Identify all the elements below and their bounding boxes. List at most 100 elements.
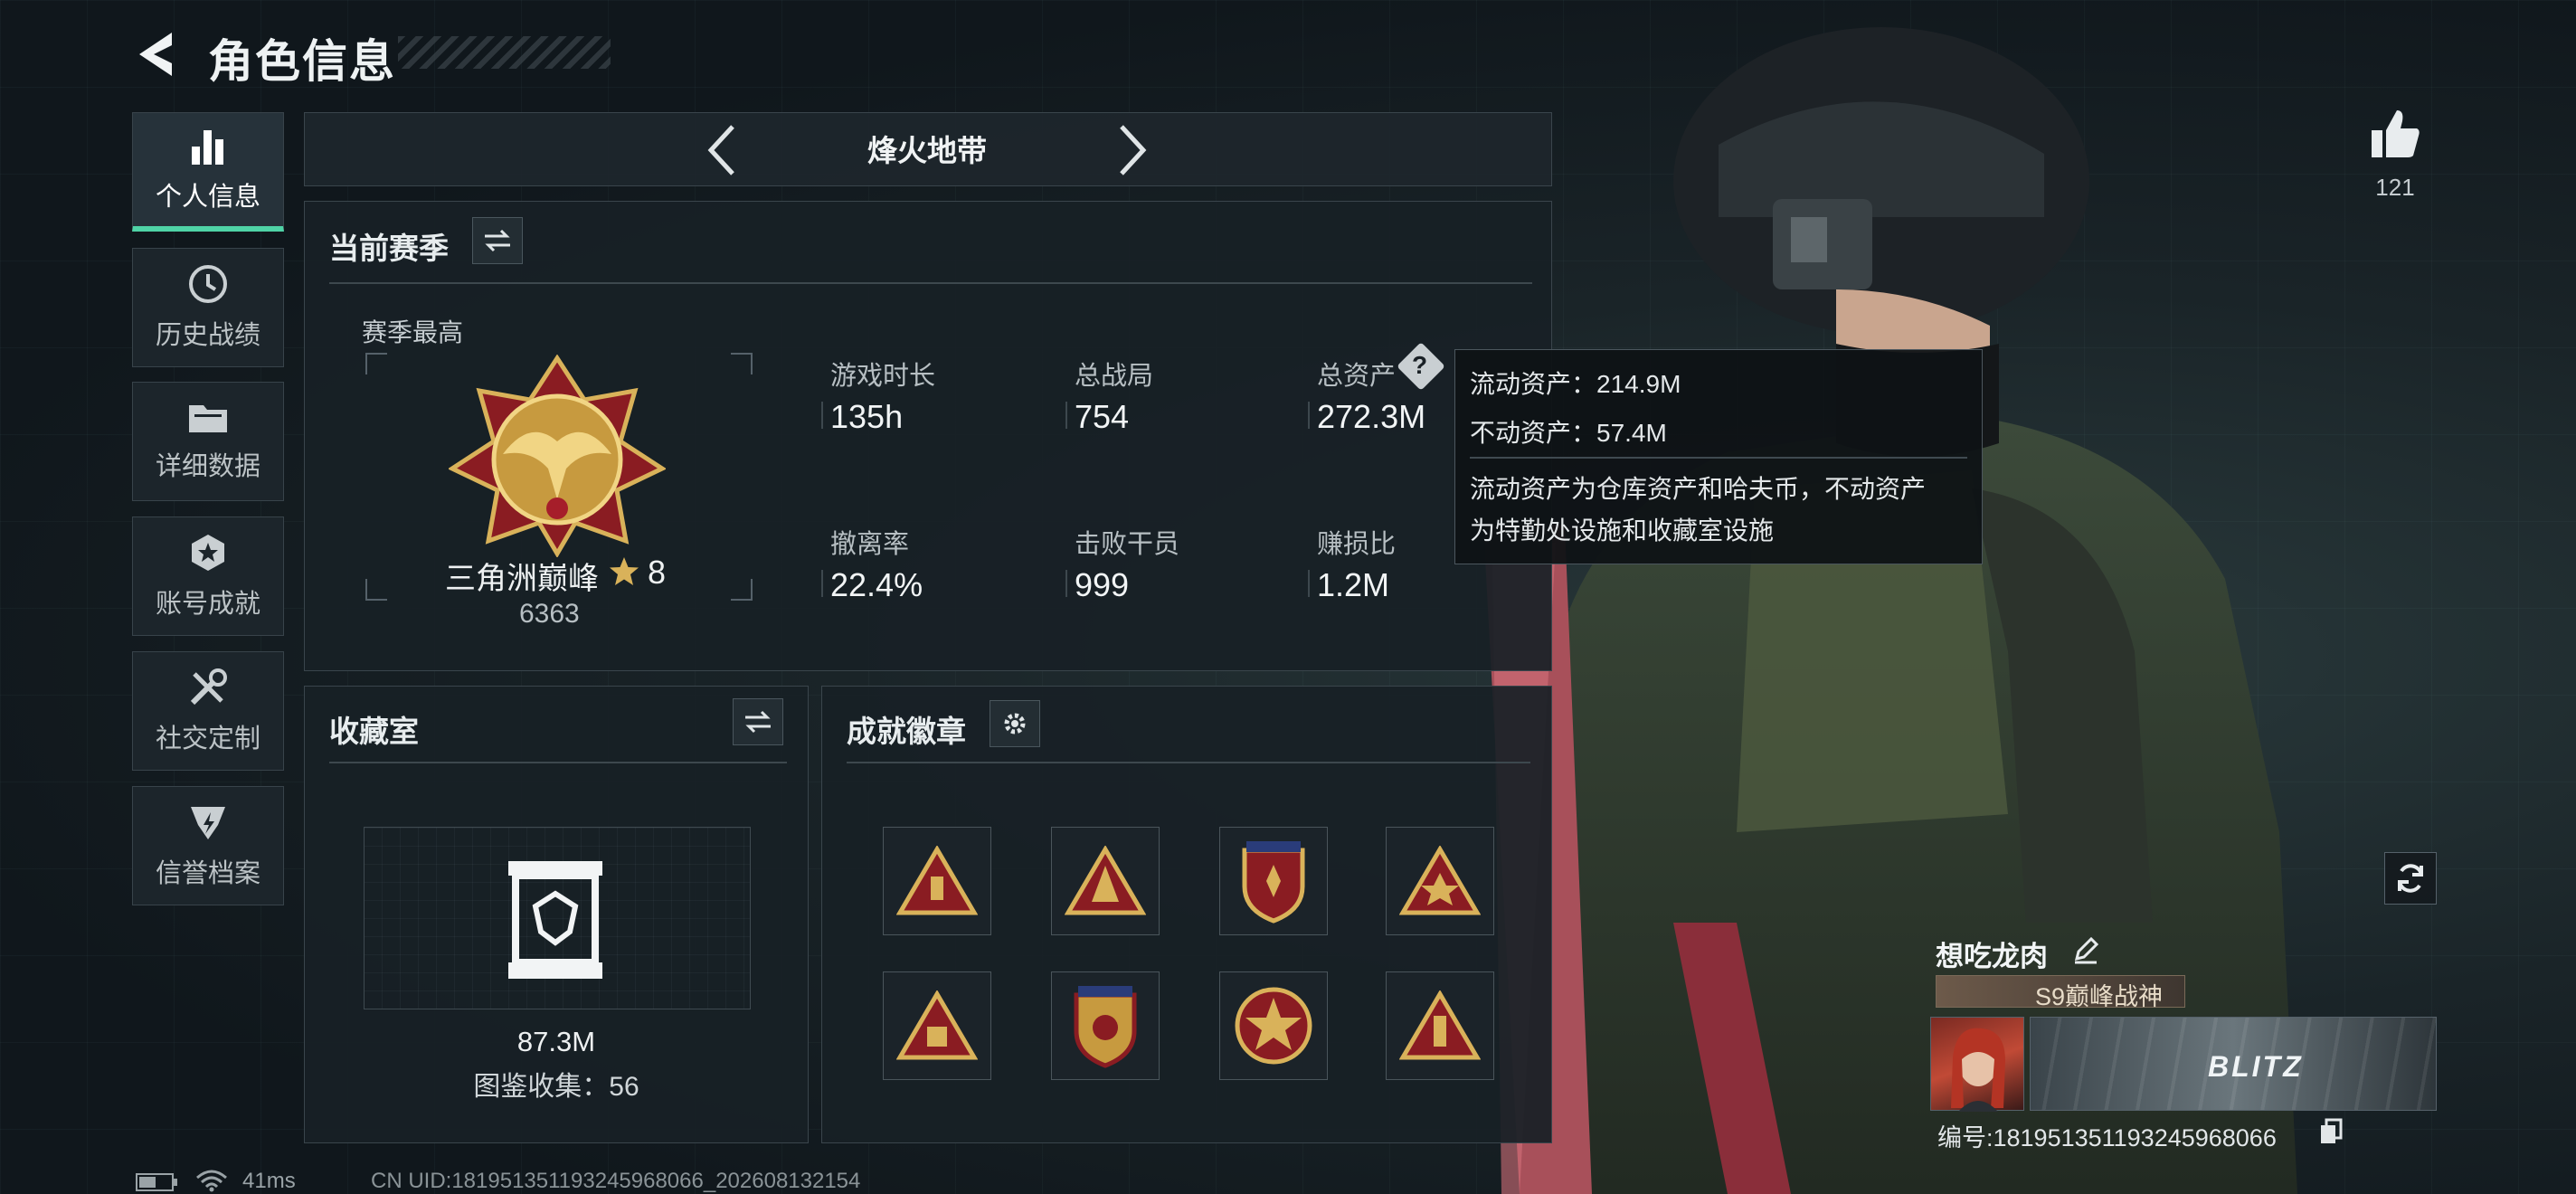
frame-corner <box>731 353 753 374</box>
collection-value: 87.3M <box>516 1026 596 1057</box>
stat-label: 赚损比 <box>1317 530 1397 559</box>
stat-separator <box>1065 570 1067 597</box>
season-title: 当前赛季 <box>329 232 449 265</box>
title-decoration <box>398 36 611 69</box>
tooltip-divider <box>1470 457 1967 459</box>
stat-value: 22.4% <box>830 566 923 603</box>
player-avatar[interactable] <box>1930 1017 2024 1112</box>
sidebar-item-label: 详细数据 <box>155 452 260 481</box>
copy-icon[interactable] <box>2317 1118 2343 1145</box>
achievement-badge[interactable] <box>1386 971 1494 1080</box>
back-arrow-icon[interactable] <box>132 27 179 81</box>
rank-emblem-icon <box>449 355 666 557</box>
achievement-badge[interactable] <box>883 971 991 1080</box>
badges-divider <box>847 762 1530 763</box>
sidebar-item-account-achievements[interactable]: 账号成就 <box>132 516 284 636</box>
next-mode-chevron-icon[interactable] <box>1116 123 1149 177</box>
achievement-icon <box>192 535 224 571</box>
player-id: 编号:1819513511932459680​66 <box>1937 1124 2277 1151</box>
season-best-label: 赛季最高 <box>362 318 464 346</box>
star-badge-icon <box>1235 987 1312 1065</box>
tooltip-fixed-assets: 不动资产：57.4M <box>1470 419 1667 447</box>
star-icon <box>610 557 639 585</box>
stat-label: 总资产 <box>1317 362 1397 391</box>
player-name: 想吃龙肉 <box>1936 941 2048 972</box>
sidebar-item-personal-info[interactable]: 个人信息 <box>132 112 284 232</box>
sidebar-item-detailed-data[interactable]: 详细数据 <box>132 382 284 501</box>
player-banner[interactable]: BLITZ <box>2030 1017 2437 1111</box>
frame-corner <box>365 353 387 374</box>
stat-separator <box>821 402 823 429</box>
sidebar-item-history[interactable]: 历史战绩 <box>132 248 284 367</box>
folder-icon <box>189 405 227 432</box>
stat-separator <box>1308 570 1310 597</box>
stat-value: 754 <box>1075 398 1130 435</box>
achievement-badge[interactable] <box>1051 971 1160 1080</box>
asset-tooltip: 流动资产：214.9M 不动资产：57.4M 流动资产为仓库资产和哈夫币，不动资… <box>1454 349 1983 564</box>
achievement-badge[interactable] <box>1051 827 1160 935</box>
sidebar-item-label: 社交定制 <box>155 725 260 753</box>
season-divider <box>329 282 1532 284</box>
rank-score: 6363 <box>519 599 580 629</box>
stat-separator <box>821 570 823 597</box>
collection-divider <box>329 762 787 763</box>
stat-value: 999 <box>1075 566 1130 603</box>
sidebar-item-label: 个人信息 <box>155 182 260 212</box>
stat-value: 1.2M <box>1317 566 1390 603</box>
sidebar-item-reputation[interactable]: 信誉档案 <box>132 786 284 905</box>
banner-text: BLITZ <box>2208 1050 2304 1083</box>
season-switch-button[interactable] <box>472 217 523 264</box>
page-title: 角色信息 <box>208 36 396 87</box>
edit-name-icon[interactable] <box>2071 935 2100 964</box>
battery-icon <box>136 1173 177 1191</box>
tooltip-desc-line2: 为特勤处设施和收藏室设施 <box>1470 516 1775 545</box>
gear-icon <box>1004 713 1026 734</box>
tools-icon <box>190 668 227 706</box>
stat-value: 135h <box>830 398 904 435</box>
shield-badge-icon <box>1074 986 1137 1068</box>
stat-separator <box>1065 402 1067 429</box>
ping-text: 41ms <box>242 1169 296 1193</box>
swap-icon <box>745 710 771 734</box>
tooltip-liquid-assets: 流动资产：214.9M <box>1470 370 1681 398</box>
sidebar-item-label: 信誉档案 <box>155 859 260 888</box>
uid-text: CN UID:1819513511932459680​66_2026081321… <box>371 1169 861 1193</box>
collection-count: 图鉴收集：56 <box>473 1072 639 1102</box>
reputation-icon <box>191 807 225 839</box>
frame-corner <box>731 579 753 601</box>
achievement-badge[interactable] <box>883 827 991 935</box>
collection-switch-button[interactable] <box>733 698 783 745</box>
stat-label: 总战局 <box>1075 362 1154 391</box>
achievement-badge[interactable] <box>1386 827 1494 935</box>
achievement-badge[interactable] <box>1219 971 1328 1080</box>
wifi-icon <box>196 1170 227 1192</box>
rank-stars: 8 <box>648 554 667 591</box>
achievement-badge[interactable] <box>1219 827 1328 935</box>
rank-name: 三角洲巅峰 <box>445 562 599 596</box>
shield-badge-icon <box>1242 841 1305 924</box>
badges-title: 成就徽章 <box>847 715 966 748</box>
stat-label: 游戏时长 <box>830 362 936 391</box>
triangle-badge-icon <box>896 990 978 1060</box>
thumbs-up-icon[interactable] <box>2368 107 2422 161</box>
avatar-portrait-icon <box>1951 1028 2005 1112</box>
sidebar-item-social-custom[interactable]: 社交定制 <box>132 651 284 771</box>
prev-mode-chevron-icon[interactable] <box>706 123 738 177</box>
mode-label: 烽火地带 <box>867 134 987 167</box>
stat-label: 击败干员 <box>1075 530 1180 559</box>
asset-help-glyph: ? <box>1412 351 1428 379</box>
stat-label: 撤离率 <box>830 530 910 559</box>
sidebar-item-label: 历史战绩 <box>155 321 260 350</box>
triangle-badge-icon <box>1065 846 1146 915</box>
stat-value: 272.3M <box>1317 398 1426 435</box>
triangle-badge-icon <box>1399 846 1481 915</box>
frame-corner <box>365 579 387 601</box>
tooltip-desc-line1: 流动资产为仓库资产和哈夫币，不动资产 <box>1470 475 1927 503</box>
badges-settings-button[interactable] <box>990 700 1040 747</box>
stat-separator <box>1308 402 1310 429</box>
refresh-outfit-button[interactable] <box>2384 852 2437 905</box>
history-clock-icon <box>189 265 227 303</box>
likes-count: 121 <box>2375 174 2415 201</box>
triangle-badge-icon <box>896 846 978 915</box>
collection-cabinet-icon <box>508 861 602 979</box>
